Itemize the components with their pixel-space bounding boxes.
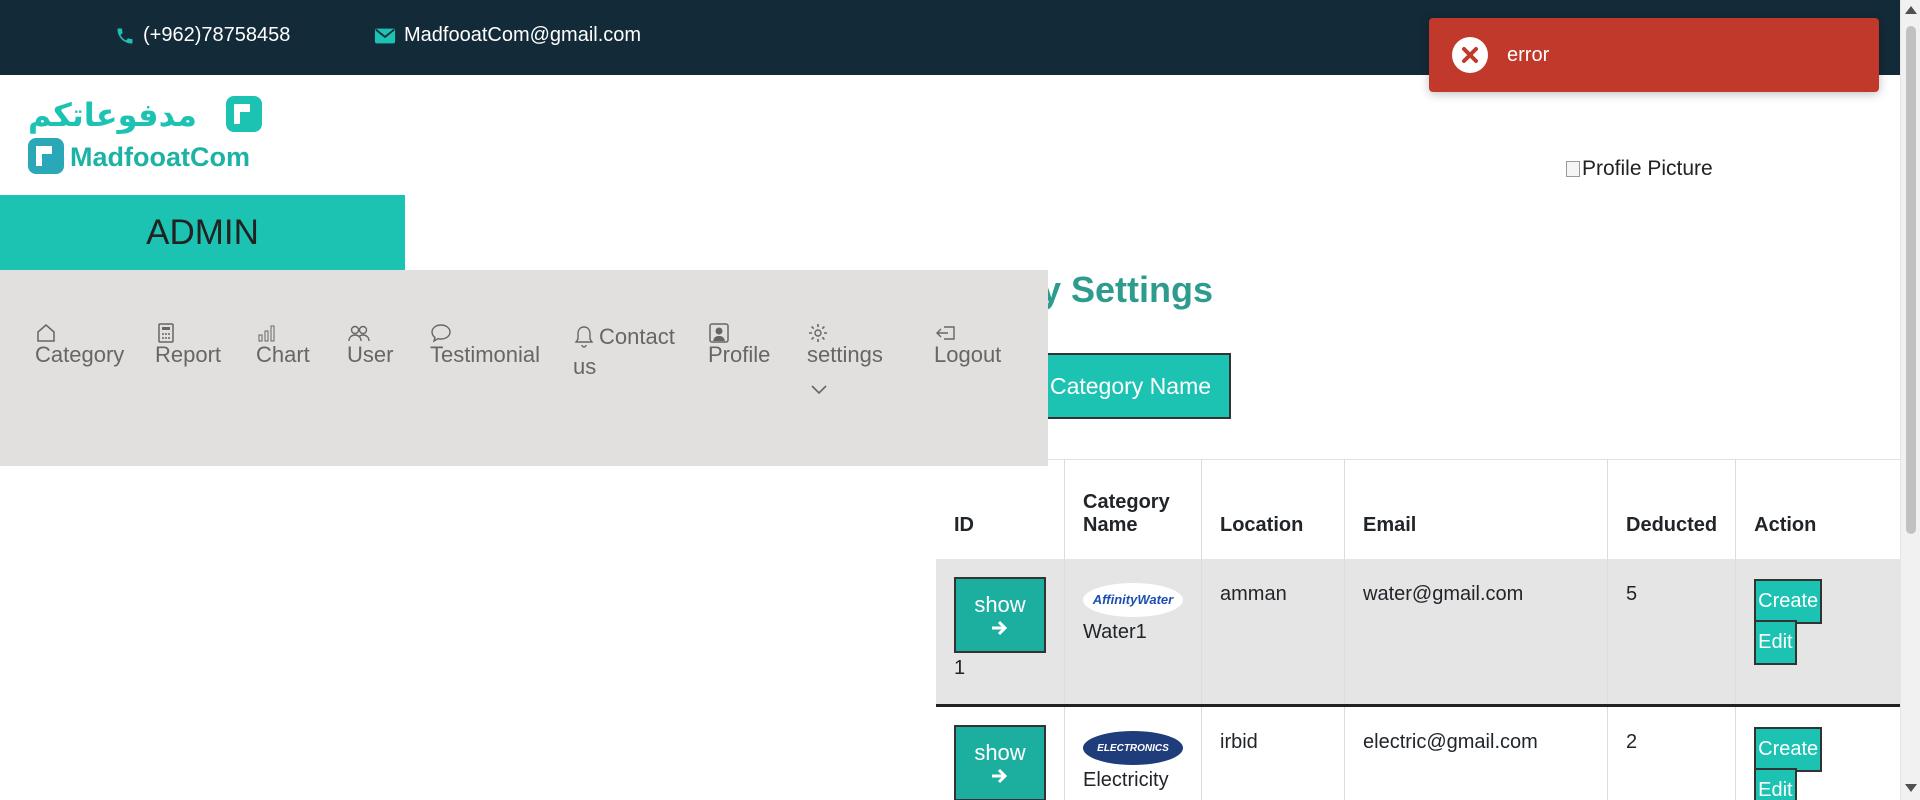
email-address: MadfooatCom@gmail.com bbox=[404, 24, 642, 46]
email-contact[interactable]: MadfooatCom@gmail.com bbox=[374, 24, 641, 47]
category-name-button[interactable]: Category Name bbox=[1030, 353, 1231, 419]
chat-icon bbox=[431, 324, 451, 343]
nav-item-profile[interactable]: Profile bbox=[708, 322, 770, 370]
phone-icon bbox=[117, 28, 133, 43]
phone-contact[interactable]: (+962)78758458 bbox=[115, 24, 290, 47]
header-location: Location bbox=[1201, 459, 1345, 559]
person-icon bbox=[709, 323, 729, 343]
nav-item-report[interactable]: Report bbox=[155, 322, 221, 370]
category-logo-image: AffinityWater bbox=[1083, 582, 1183, 617]
nav-label-line2: us bbox=[573, 354, 597, 379]
error-x-icon bbox=[1452, 37, 1488, 73]
category-table: ID Category Name Location Email Deducted… bbox=[936, 459, 1900, 800]
nav-item-chart[interactable]: Chart bbox=[256, 322, 310, 370]
users-icon bbox=[348, 325, 370, 342]
row-email: electric@gmail.com bbox=[1344, 704, 1608, 800]
category-logo-image: ELECTRONICS bbox=[1083, 731, 1183, 765]
row-deducted: 2 bbox=[1607, 704, 1737, 800]
chevron-down-icon[interactable] bbox=[810, 384, 828, 396]
home-icon bbox=[37, 324, 55, 342]
nav-label: User bbox=[347, 342, 394, 367]
nav-label: Report bbox=[155, 342, 222, 367]
header-id: ID bbox=[936, 459, 1065, 559]
nav-item-contact-us[interactable]: Contact us bbox=[573, 322, 675, 382]
scrollbar-thumb[interactable] bbox=[1906, 26, 1916, 534]
envelope-icon bbox=[374, 28, 396, 43]
logo-latin-text: MadfooatCom bbox=[70, 142, 250, 172]
edit-button[interactable]: Edit bbox=[1754, 768, 1797, 800]
category-name: Electricity bbox=[1083, 769, 1169, 791]
profile-picture-alt: Profile Picture bbox=[1582, 157, 1713, 180]
nav-item-user[interactable]: User bbox=[347, 322, 393, 370]
bar-chart-icon bbox=[258, 325, 275, 342]
header-action: Action bbox=[1735, 459, 1900, 559]
row-location: irbid bbox=[1201, 704, 1345, 800]
category-name: Water1 bbox=[1083, 620, 1147, 643]
nav-label: settings bbox=[807, 342, 883, 367]
admin-sidebar-title: ADMIN bbox=[0, 195, 405, 270]
table-row: show 1 AffinityWater Water1 amman water@… bbox=[936, 558, 1900, 706]
create-button[interactable]: Create bbox=[1754, 727, 1823, 772]
nav-item-settings[interactable]: settings bbox=[807, 322, 883, 370]
arrow-right-icon bbox=[992, 620, 1008, 635]
nav-label: Profile bbox=[708, 342, 771, 367]
nav-panel: Category Report Chart User Testimonial C… bbox=[0, 270, 1048, 466]
bell-icon bbox=[574, 326, 594, 348]
header-category-name: Category Name bbox=[1064, 459, 1202, 559]
table-row: show ELECTRONICS Electricity irbid elect… bbox=[936, 704, 1900, 800]
nav-item-testimonial[interactable]: Testimonial bbox=[430, 322, 540, 370]
row-deducted: 5 bbox=[1607, 558, 1737, 706]
toast-message: error bbox=[1507, 43, 1550, 66]
header-email: Email bbox=[1344, 459, 1608, 559]
scroll-up-arrow-icon[interactable] bbox=[1905, 6, 1917, 14]
vertical-scrollbar[interactable] bbox=[1900, 0, 1920, 800]
error-toast[interactable]: error bbox=[1429, 18, 1879, 92]
row-location: amman bbox=[1201, 558, 1345, 706]
row-email: water@gmail.com bbox=[1344, 558, 1608, 706]
logout-icon bbox=[936, 326, 955, 340]
row-id: 1 bbox=[954, 656, 966, 679]
nav-label: Logout bbox=[934, 342, 1002, 367]
edit-button[interactable]: Edit bbox=[1754, 619, 1797, 665]
nav-label: Testimonial bbox=[430, 342, 541, 367]
gear-icon bbox=[809, 324, 827, 342]
table-header-row: ID Category Name Location Email Deducted… bbox=[936, 459, 1900, 559]
broken-image-icon bbox=[1566, 161, 1580, 177]
logo-arabic-text: مدفوعاتكم bbox=[28, 96, 197, 134]
nav-label: Contact bbox=[599, 324, 675, 349]
nav-item-category[interactable]: Category bbox=[35, 322, 124, 370]
show-button[interactable]: show bbox=[954, 725, 1046, 800]
arrow-right-icon bbox=[992, 768, 1008, 784]
nav-item-logout[interactable]: Logout bbox=[934, 322, 1001, 370]
scroll-down-arrow-icon[interactable] bbox=[1905, 784, 1917, 792]
show-label: show bbox=[974, 591, 1026, 617]
calculator-icon bbox=[158, 323, 174, 343]
madfooatcom-logo[interactable]: مدفوعاتكم MadfooatCom bbox=[28, 96, 268, 176]
header-deducted: Deducted bbox=[1607, 459, 1737, 559]
show-label: show bbox=[974, 740, 1026, 765]
create-button[interactable]: Create bbox=[1754, 578, 1823, 624]
nav-label: Category bbox=[35, 342, 125, 367]
show-button[interactable]: show bbox=[954, 576, 1046, 653]
nav-label: Chart bbox=[256, 342, 310, 367]
phone-number: (+962)78758458 bbox=[143, 24, 291, 46]
profile-picture[interactable]: Profile Picture bbox=[1566, 157, 1713, 181]
